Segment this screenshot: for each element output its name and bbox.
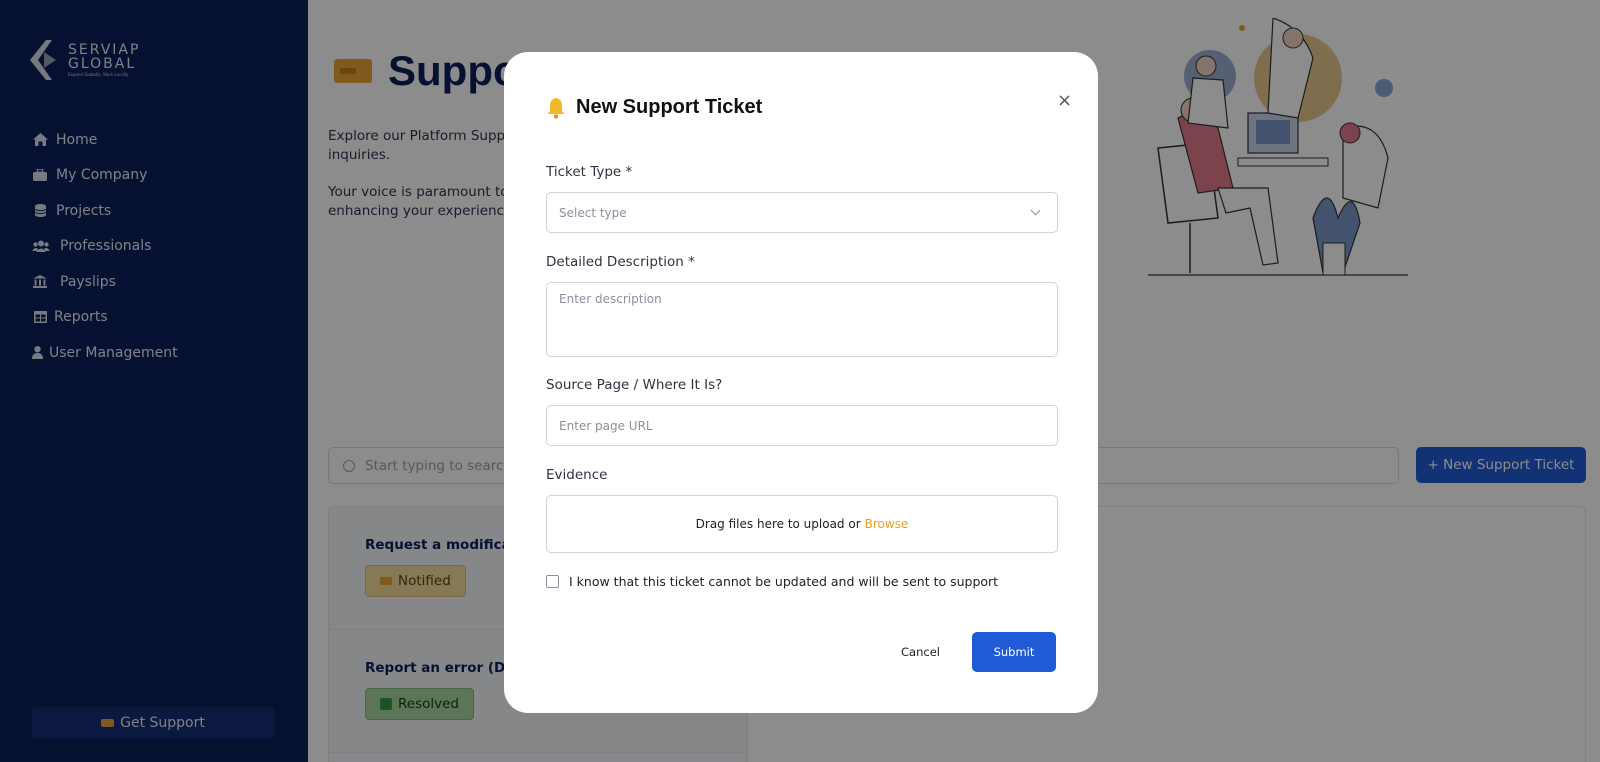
description-placeholder: Enter description — [559, 292, 662, 306]
evidence-label: Evidence — [546, 467, 608, 483]
chevron-down-icon — [1030, 205, 1041, 216]
description-group: Detailed Description * Enter description — [546, 254, 1058, 357]
evidence-group: Evidence Drag files here to upload or Br… — [546, 467, 1058, 553]
new-ticket-modal: × New Support Ticket Ticket Type * Selec… — [504, 52, 1098, 713]
submit-button[interactable]: Submit — [972, 632, 1056, 672]
cancel-button[interactable]: Cancel — [901, 645, 940, 659]
source-page-group: Source Page / Where It Is? Enter page UR… — [546, 377, 1058, 446]
modal-actions: Cancel Submit — [504, 632, 1056, 672]
description-label: Detailed Description * — [546, 254, 695, 270]
modal-title: New Support Ticket — [546, 96, 1056, 119]
modal-title-text: New Support Ticket — [576, 96, 763, 118]
evidence-dropzone[interactable]: Drag files here to upload or Browse — [546, 495, 1058, 553]
agreement-checkbox[interactable] — [546, 575, 559, 588]
ticket-type-select[interactable]: Select type — [546, 192, 1058, 233]
dropzone-text: Drag files here to upload or — [695, 517, 861, 531]
source-page-placeholder: Enter page URL — [559, 418, 653, 433]
bell-icon — [546, 97, 566, 119]
agreement-row: I know that this ticket cannot be update… — [546, 574, 998, 589]
source-page-input[interactable]: Enter page URL — [546, 405, 1058, 446]
ticket-type-placeholder: Select type — [559, 205, 627, 220]
agreement-text: I know that this ticket cannot be update… — [569, 574, 999, 589]
description-textarea[interactable]: Enter description — [546, 282, 1058, 357]
ticket-type-label: Ticket Type * — [546, 164, 633, 180]
ticket-type-group: Ticket Type * Select type — [546, 164, 1058, 233]
close-icon[interactable]: × — [1057, 90, 1072, 111]
browse-link[interactable]: Browse — [865, 517, 909, 531]
source-page-label: Source Page / Where It Is? — [546, 377, 723, 393]
